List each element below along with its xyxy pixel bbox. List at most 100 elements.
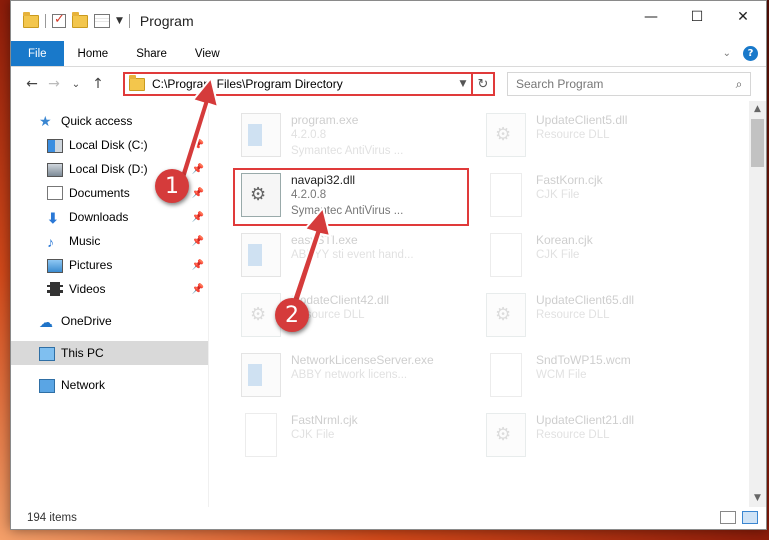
pin-icon: 📌 [191, 139, 204, 151]
pin-icon: 📌 [191, 235, 204, 247]
videos-icon [47, 282, 63, 296]
file-type: Resource DLL [536, 129, 610, 141]
recent-locations-button[interactable]: ⌄ [65, 79, 87, 90]
status-bar: 194 items [11, 507, 766, 529]
scroll-down-icon[interactable]: ▼ [749, 490, 766, 507]
download-icon: ⬇ [47, 210, 59, 226]
sidebar-item-local-disk-c[interactable]: Local Disk (C:) 📌 [11, 133, 208, 157]
new-folder-icon[interactable] [72, 11, 88, 28]
file-name: UpdateClient5.dll [536, 113, 628, 127]
main-area: ★ Quick access Local Disk (C:) 📌 Local D… [11, 101, 766, 507]
large-icons-view-icon[interactable] [742, 511, 758, 524]
music-icon: ♪ [47, 234, 54, 250]
details-view-icon[interactable] [720, 511, 736, 524]
tab-home[interactable]: Home [64, 41, 123, 66]
file-item[interactable]: FastNrml.cjk CJK File [239, 409, 479, 465]
file-name: SndToWP15.wcm [536, 353, 631, 367]
scrollbar-thumb[interactable] [751, 119, 764, 167]
sidebar-item-label: Documents [69, 186, 130, 200]
sidebar-item-videos[interactable]: Videos 📌 [11, 277, 208, 301]
file-item[interactable]: SndToWP15.wcm WCM File [484, 349, 724, 405]
pictures-icon [47, 258, 63, 273]
onedrive-icon: ☁ [39, 314, 53, 330]
pin-icon: 📌 [191, 187, 204, 199]
file-name: easySTI.exe [291, 233, 358, 247]
search-icon[interactable]: ⌕ [728, 77, 750, 92]
file-description: ABBYY sti event hand... [291, 249, 414, 261]
properties-icon[interactable] [94, 14, 110, 28]
address-path[interactable]: C:\Program Files\Program Directory [152, 77, 455, 91]
sidebar-item-label: Quick access [61, 114, 133, 128]
forward-button[interactable]: → [43, 76, 65, 92]
tab-share[interactable]: Share [122, 41, 181, 66]
exe-icon [241, 353, 281, 397]
file-icon [490, 233, 522, 277]
file-description: ABBY network licens... [291, 369, 408, 381]
file-icon [245, 413, 277, 457]
window-controls: — ☐ ✕ [628, 1, 766, 33]
navigation-bar: ← → ⌄ ↑ C:\Program Files\Program Directo… [11, 67, 766, 101]
file-item[interactable]: easySTI.exe ABBYY sti event hand... [239, 229, 479, 285]
file-type: WCM File [536, 369, 587, 381]
file-item[interactable]: Korean.cjk CJK File [484, 229, 724, 285]
file-description: Symantec AntiVirus ... [291, 145, 404, 157]
view-toggle [720, 511, 758, 524]
file-item[interactable]: program.exe 4.2.0.8 Symantec AntiVirus .… [239, 109, 479, 165]
folder-icon [23, 11, 39, 28]
pin-icon: 📌 [191, 283, 204, 295]
sidebar-item-label: Network [61, 378, 106, 392]
documents-icon [47, 186, 63, 200]
minimize-button[interactable]: — [628, 1, 674, 33]
up-button[interactable]: ↑ [87, 76, 109, 92]
chevron-down-icon[interactable]: ▼ [455, 79, 471, 89]
file-name: UpdateClient65.dll [536, 293, 635, 307]
file-type: Resource DLL [536, 429, 610, 441]
file-name: Korean.cjk [536, 233, 593, 247]
file-name: NetworkLicenseServer.exe [291, 353, 434, 367]
separator [128, 14, 130, 28]
file-item[interactable]: UpdateClient65.dll Resource DLL [484, 289, 724, 345]
file-item[interactable]: NetworkLicenseServer.exe ABBY network li… [239, 349, 479, 405]
close-button[interactable]: ✕ [720, 1, 766, 33]
file-name: UpdateClient21.dll [536, 413, 635, 427]
sidebar-item-music[interactable]: ♪ Music 📌 [11, 229, 208, 253]
file-type: CJK File [291, 429, 335, 441]
expand-ribbon-chevron-icon[interactable]: ⌄ [723, 48, 731, 59]
tab-view[interactable]: View [181, 41, 234, 66]
pin-icon: 📌 [191, 259, 204, 271]
file-item[interactable]: FastKorn.cjk CJK File [484, 169, 724, 225]
sidebar-item-network[interactable]: Network [11, 373, 208, 397]
scroll-up-icon[interactable]: ▲ [749, 101, 766, 118]
file-item[interactable]: UpdateClient21.dll Resource DLL [484, 409, 724, 465]
search-box[interactable]: ⌕ [507, 72, 751, 96]
vertical-scrollbar[interactable]: ▲ ▼ [749, 101, 766, 507]
sidebar-item-this-pc[interactable]: This PC [11, 341, 208, 365]
sidebar-item-label: This PC [61, 346, 104, 360]
maximize-button[interactable]: ☐ [674, 1, 720, 33]
back-button[interactable]: ← [21, 76, 43, 92]
sidebar-item-label: OneDrive [61, 314, 112, 328]
search-input[interactable] [516, 77, 728, 91]
properties-check-icon[interactable] [52, 12, 66, 28]
pc-icon [39, 346, 55, 361]
pin-icon: 📌 [191, 163, 204, 175]
sidebar-item-onedrive[interactable]: ☁ OneDrive [11, 309, 208, 333]
help-icon[interactable]: ? [743, 46, 758, 61]
sidebar-item-label: Music [69, 234, 101, 248]
exe-icon [241, 113, 281, 157]
network-icon [39, 378, 55, 393]
file-item[interactable]: UpdateClient5.dll Resource DLL [484, 109, 724, 165]
explorer-window: ▼ Program — ☐ ✕ File Home Share View ⌄ ?… [10, 0, 767, 530]
title-bar: ▼ Program — ☐ ✕ [11, 1, 766, 41]
tab-file[interactable]: File [11, 41, 64, 66]
refresh-button[interactable]: ↻ [471, 74, 493, 94]
address-bar[interactable]: C:\Program Files\Program Directory ▼ ↻ [123, 72, 495, 96]
customize-toolbar-dropdown-icon[interactable]: ▼ [116, 16, 123, 26]
exe-icon [241, 233, 281, 277]
navigation-pane: ★ Quick access Local Disk (C:) 📌 Local D… [11, 101, 209, 507]
sidebar-item-quick-access[interactable]: ★ Quick access [11, 109, 208, 133]
file-name: program.exe [291, 113, 359, 127]
sidebar-item-label: Pictures [69, 258, 113, 272]
sidebar-item-downloads[interactable]: ⬇ Downloads 📌 [11, 205, 208, 229]
sidebar-item-pictures[interactable]: Pictures 📌 [11, 253, 208, 277]
